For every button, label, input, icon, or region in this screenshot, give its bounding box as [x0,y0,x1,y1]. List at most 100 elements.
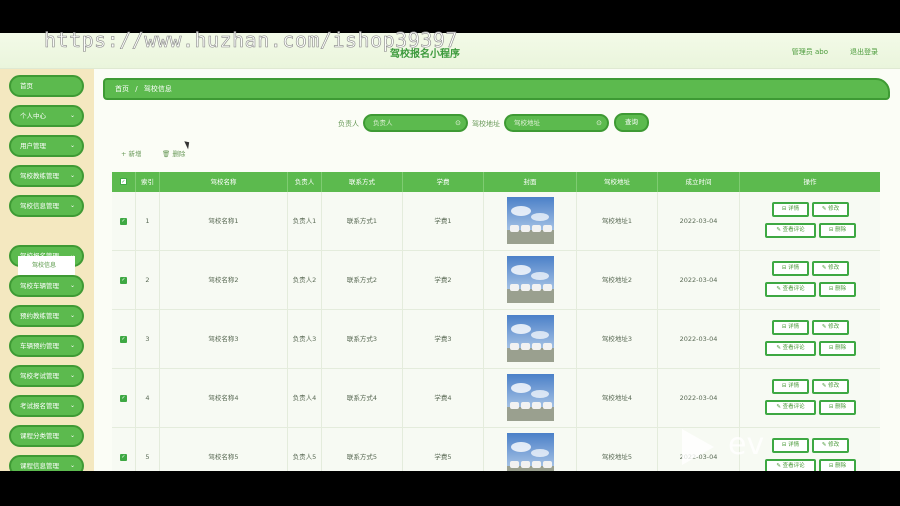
cell-contact: 联系方式5 [322,428,403,471]
sidebar-item-9[interactable]: 驾校考试管理 ⌄ [9,365,84,387]
row-checkbox[interactable]: ✓ [120,395,127,402]
query-button[interactable]: 查询 [614,113,649,132]
sidebar-item-label: 驾校车辆管理 [20,282,59,290]
row-delete-button[interactable]: ⊟ 删除 [819,282,856,297]
cell-address: 驾校地址4 [577,369,658,428]
cell-name: 驾校名称5 [160,428,288,471]
th-fee: 学费 [403,172,484,192]
th-address: 驾校地址 [577,172,658,192]
search-icon: ⊙ [455,119,461,127]
logout-link[interactable]: 退出登录 [850,47,878,57]
cell-address: 驾校地址3 [577,310,658,369]
review-button[interactable]: ✎ 查看评论 [765,282,816,297]
review-button[interactable]: ✎ 查看评论 [765,459,816,471]
edit-button[interactable]: ✎ 修改 [812,438,849,453]
chevron-down-icon: ⌄ [69,172,75,179]
sidebar-item-label: 课程信息管理 [20,462,59,470]
row-delete-button[interactable]: ⊟ 删除 [819,341,856,356]
cell-actions [740,251,880,310]
chevron-down-icon: ⌄ [69,462,75,469]
row-delete-button[interactable]: ⊟ 删除 [819,223,856,238]
th-name: 驾校名称 [160,172,288,192]
chevron-down-icon: ⌄ [69,112,75,119]
cell-contact: 联系方式3 [322,310,403,369]
row-checkbox[interactable]: ✓ [120,277,127,284]
sidebar-item-label: 车辆预约管理 [20,342,59,350]
th-date: 成立时间 [658,172,740,192]
school-cover-image [507,433,554,471]
detail-button[interactable]: ⊟ 详情 [772,379,809,394]
sidebar-item-1[interactable]: 个人中心 ⌄ [9,105,84,127]
row-checkbox[interactable]: ✓ [120,218,127,225]
manager-input[interactable]: 负责人 ⊙ [363,114,468,132]
cell-contact: 联系方式1 [322,192,403,251]
edit-button[interactable]: ✎ 修改 [812,320,849,335]
sidebar-item-10[interactable]: 考试报名管理 ⌄ [9,395,84,417]
edit-button[interactable]: ✎ 修改 [812,202,849,217]
cell-date: 2022-03-04 [658,310,740,369]
chevron-down-icon: ⌄ [69,402,75,409]
breadcrumb-home[interactable]: 首页 [115,85,129,93]
sidebar-item-8[interactable]: 车辆预约管理 ⌄ [9,335,84,357]
cell-index: 4 [136,369,160,428]
table-row: ✓ 3 驾校名称3 负责人3 联系方式3 学费3 驾校地址3 2022-03-04 ⊟ 详情 ✎ … [112,310,880,369]
sidebar-item-label: 首页 [20,82,33,90]
row-delete-label: 删除 [835,463,847,469]
review-button[interactable]: ✎ 查看评论 [765,341,816,356]
select-all-checkbox[interactable]: ✓ [120,178,127,185]
cell-fee: 学费2 [403,251,484,310]
table-row: ✓ 2 驾校名称2 负责人2 联系方式2 学费2 驾校地址2 2022-03-04 ⊟ 详情 ✎ … [112,251,880,310]
row-delete-button[interactable]: ⊟ 删除 [819,400,856,415]
chevron-down-icon: ⌄ [69,282,75,289]
cell-actions [740,369,880,428]
sidebar-item-label: 驾校教练管理 [20,172,59,180]
row-delete-label: 删除 [835,404,847,410]
add-button[interactable]: + 新增 [121,148,142,158]
review-label: 查看评论 [782,227,805,233]
sidebar-item-12[interactable]: 课程信息管理 ⌄ [9,455,84,471]
row-select-cell: ✓ [112,192,136,251]
app-window: 驾校报名小程序 管理员 abo 退出登录 课程信息管理 ⌄ 课程分类管理 ⌄ 考试报名管… [0,33,900,471]
bulk-delete-button[interactable]: 🗑 删除 [162,148,185,158]
sidebar-item-0[interactable]: 首页 [9,75,84,97]
address-input[interactable]: 驾校地址 ⊙ [504,114,609,132]
edit-button[interactable]: ✎ 修改 [812,261,849,276]
row-checkbox[interactable]: ✓ [120,336,127,343]
sidebar-item-label: 驾校信息管理 [20,202,59,210]
sidebar-item-6[interactable]: 驾校车辆管理 ⌄ [9,275,84,297]
detail-button[interactable]: ⊟ 详情 [772,202,809,217]
review-button[interactable]: ✎ 查看评论 [765,400,816,415]
sidebar-item-2[interactable]: 用户管理 ⌄ [9,135,84,157]
cell-actions [740,192,880,251]
detail-label: 详情 [788,206,800,212]
row-checkbox[interactable]: ✓ [120,454,127,461]
cell-name: 驾校名称3 [160,310,288,369]
edit-button[interactable]: ✎ 修改 [812,379,849,394]
sidebar-item-7[interactable]: 预约教练管理 ⌄ [9,305,84,327]
cell-contact: 联系方式2 [322,251,403,310]
address-label: 驾校地址 [472,120,500,128]
detail-label: 详情 [788,265,800,271]
review-label: 查看评论 [782,345,805,351]
sidebar-item-11[interactable]: 课程分类管理 ⌄ [9,425,84,447]
row-delete-button[interactable]: ⊟ 删除 [819,459,856,471]
table-header: ✓ 索引 驾校名称 负责人 联系方式 学费 封面 驾校地址 成立时间 操作 [112,172,880,192]
address-placeholder: 驾校地址 [514,119,540,127]
chevron-down-icon: ⌄ [69,342,75,349]
row-select-cell: ✓ [112,369,136,428]
sidebar-item-4[interactable]: 驾校信息管理 ⌄ [9,195,84,217]
cell-index: 3 [136,310,160,369]
detail-button[interactable]: ⊟ 详情 [772,438,809,453]
play-icon [682,429,714,465]
manager-placeholder: 负责人 [373,119,393,127]
url-watermark: https://www.huzhan.com/ishop39397 [44,28,458,53]
detail-button[interactable]: ⊟ 详情 [772,261,809,276]
submenu-item-school-info[interactable]: 驾校信息 [18,256,75,275]
detail-label: 详情 [788,383,800,389]
sidebar-item-3[interactable]: 驾校教练管理 ⌄ [9,165,84,187]
detail-button[interactable]: ⊟ 详情 [772,320,809,335]
review-button[interactable]: ✎ 查看评论 [765,223,816,238]
sidebar-item-label: 考试报名管理 [20,402,59,410]
school-cover-image [507,197,554,244]
school-cover-image [507,374,554,421]
